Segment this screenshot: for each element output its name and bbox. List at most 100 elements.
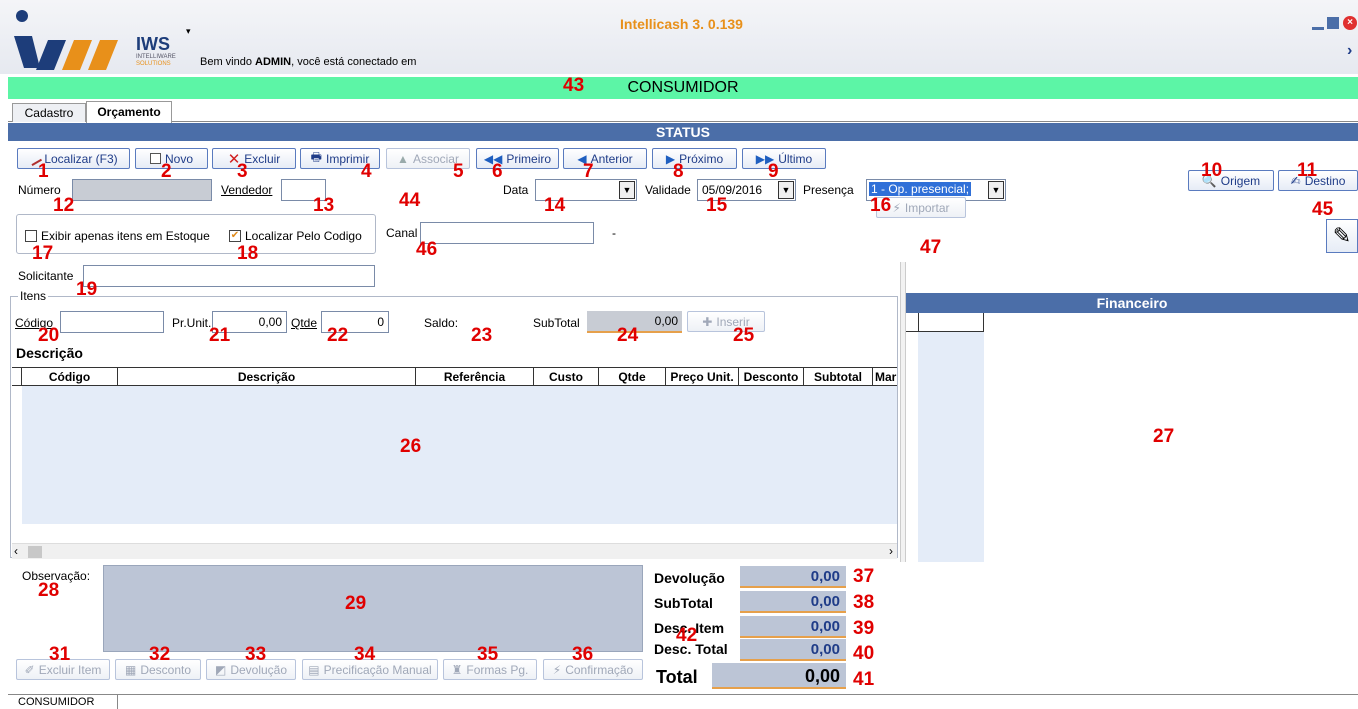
localizar-label: Localizar (F3): [44, 151, 118, 166]
annotation-22: 22: [327, 325, 349, 346]
primeiro-button[interactable]: ◀◀ Primeiro: [476, 148, 559, 169]
data-dropdown-button[interactable]: ▼: [619, 181, 635, 199]
canal-dash: -: [612, 226, 616, 240]
presenca-label: Presença: [803, 183, 854, 197]
validade-dropdown-button[interactable]: ▼: [778, 181, 794, 199]
solicitante-field[interactable]: [83, 265, 375, 287]
total-value: 0,00: [712, 663, 846, 689]
scroll-left-icon[interactable]: ‹: [14, 544, 18, 558]
total-label: Total: [656, 667, 698, 687]
solicitante-label: Solicitante: [18, 269, 74, 283]
destino-button[interactable]: ✍ Destino: [1278, 170, 1358, 191]
column-header-subtotal[interactable]: Subtotal: [804, 368, 873, 385]
anterior-label: Anterior: [590, 151, 633, 166]
new-document-icon: [149, 153, 161, 164]
annotation-14: 14: [544, 195, 566, 216]
annotation-23: 23: [471, 325, 493, 346]
observacao-field[interactable]: [103, 565, 643, 652]
annotation-42: 42: [676, 625, 698, 646]
desc-total-value: 0,00: [740, 639, 846, 661]
logo-subtext-1: INTELLIWARE: [136, 54, 176, 60]
annotation-41: 41: [853, 669, 875, 690]
annotation-10: 10: [1201, 160, 1223, 181]
column-header-margem[interactable]: Mar: [873, 368, 897, 385]
annotation-39: 39: [853, 618, 875, 639]
column-header-referencia[interactable]: Referência: [416, 368, 534, 385]
devolucao-total-label: Devolução: [654, 570, 725, 586]
return-icon: ◩: [214, 662, 227, 677]
tab-orcamento[interactable]: Orçamento: [86, 101, 172, 123]
exibir-estoque-checkbox[interactable]: [25, 230, 37, 242]
items-grid-body[interactable]: [22, 386, 897, 524]
logo-graphic: [14, 10, 118, 70]
logo-subtext-2: SOLUTIONS: [136, 61, 171, 67]
annotation-38: 38: [853, 592, 875, 613]
descricao-heading: Descrição: [16, 345, 83, 361]
annotation-13: 13: [313, 195, 335, 216]
prunit-label: Pr.Unit.: [172, 316, 212, 330]
data-label: Data: [503, 183, 529, 197]
horizontal-scrollbar[interactable]: ‹ ›: [12, 543, 897, 559]
annotation-35: 35: [477, 644, 499, 665]
ultimo-button[interactable]: ▶▶ Último: [742, 148, 826, 169]
plus-icon: ✚: [702, 314, 713, 329]
printer-icon: 🖶: [310, 150, 322, 164]
person-icon: ▲: [397, 151, 409, 166]
annotation-34: 34: [354, 644, 376, 665]
edit-pencil-button[interactable]: ✎: [1326, 219, 1358, 253]
annotation-29: 29: [345, 593, 367, 614]
proximo-label: Próximo: [679, 151, 724, 166]
annotation-28: 28: [38, 580, 60, 601]
annotation-8: 8: [673, 161, 684, 182]
annotation-44: 44: [399, 190, 421, 211]
column-header-codigo[interactable]: Código: [22, 368, 118, 385]
financeiro-header: Financeiro: [906, 293, 1358, 313]
origem-label: Origem: [1220, 173, 1261, 188]
dropdown-arrow-icon[interactable]: ▾: [186, 26, 191, 37]
close-icon[interactable]: ×: [1343, 16, 1357, 30]
subtotal-total-label: SubTotal: [654, 595, 713, 611]
precificacao-label: Precificação Manual: [323, 662, 432, 677]
annotation-26: 26: [400, 436, 422, 457]
excluir-label: Excluir: [244, 151, 281, 166]
column-header-preco-unit[interactable]: Preço Unit.: [666, 368, 739, 385]
annotation-24: 24: [617, 325, 639, 346]
column-header-qtde[interactable]: Qtde: [599, 368, 666, 385]
ultimo-label: Último: [778, 151, 813, 166]
tab-cadastro[interactable]: Cadastro: [12, 103, 86, 122]
column-header-custo[interactable]: Custo: [534, 368, 599, 385]
itens-label: Itens: [18, 289, 49, 303]
scroll-thumb[interactable]: [28, 546, 42, 558]
presenca-selected: 1 - Op. presencial;: [869, 182, 972, 196]
canal-field[interactable]: [420, 222, 594, 244]
annotation-20: 20: [38, 325, 60, 346]
excluir-button[interactable]: ✕ Excluir: [212, 148, 296, 169]
chevron-right-icon[interactable]: ›: [1347, 42, 1352, 60]
financeiro-grid-body[interactable]: [918, 332, 984, 562]
annotation-3: 3: [237, 161, 248, 182]
window-title: Intellicash 3. 0.139: [620, 16, 743, 32]
subtotal-label: SubTotal: [533, 316, 580, 330]
numero-field[interactable]: [72, 179, 212, 201]
financeiro-column-divider: [918, 313, 919, 332]
localizar-codigo-checkbox[interactable]: ✔: [229, 230, 241, 242]
minimize-icon[interactable]: [1312, 20, 1324, 30]
presenca-dropdown-button[interactable]: ▼: [988, 181, 1004, 199]
column-header-desconto[interactable]: Desconto: [739, 368, 804, 385]
annotation-46: 46: [416, 239, 438, 260]
column-header-descricao[interactable]: Descrição: [118, 368, 416, 385]
status-header: STATUS: [8, 123, 1358, 141]
anterior-button[interactable]: ◀ Anterior: [563, 148, 647, 169]
scroll-right-icon[interactable]: ›: [889, 544, 893, 558]
codigo-field[interactable]: [60, 311, 164, 333]
lightning-icon: ⚡: [552, 662, 562, 677]
annotation-4: 4: [361, 161, 372, 182]
status-tab-consumidor[interactable]: CONSUMIDOR: [12, 695, 118, 709]
proximo-button[interactable]: ▶ Próximo: [652, 148, 737, 169]
localizar-button[interactable]: Localizar (F3): [17, 148, 130, 169]
annotation-25: 25: [733, 325, 755, 346]
maximize-icon[interactable]: [1327, 17, 1339, 29]
annotation-11: 11: [1297, 160, 1318, 181]
welcome-suffix: , você está conectado em: [291, 56, 417, 68]
annotation-37: 37: [853, 566, 875, 587]
